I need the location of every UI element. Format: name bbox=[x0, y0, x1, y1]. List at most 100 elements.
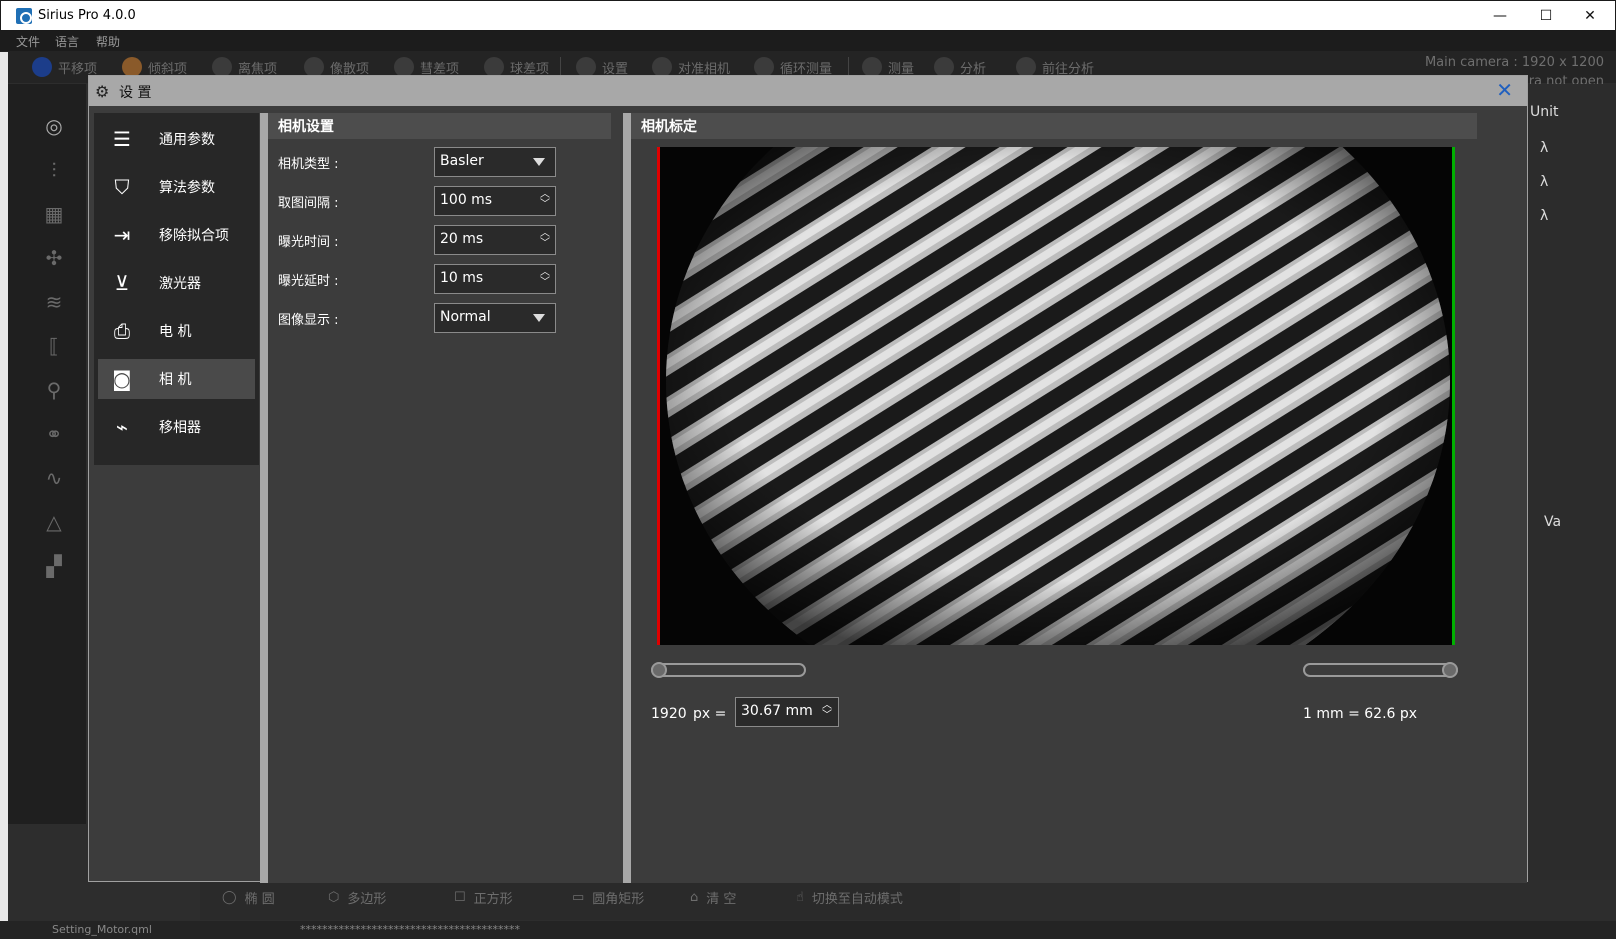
nav-label: 算法参数 bbox=[159, 180, 215, 196]
nav-label: 通用参数 bbox=[159, 132, 215, 148]
exposure-delay-spinbox[interactable]: 10 ms ︿ ﹀ bbox=[434, 264, 556, 294]
field-exposure-time: 曝光时间 : bbox=[278, 225, 434, 255]
toolbar-label: 平移项 bbox=[58, 61, 98, 77]
background-window-strip bbox=[0, 52, 8, 939]
maximize-button[interactable]: ☐ bbox=[1523, 1, 1569, 31]
laser-icon: ⊻ bbox=[114, 271, 130, 295]
calculator-icon[interactable]: ▦ bbox=[40, 200, 68, 228]
crosshair-icon bbox=[652, 57, 672, 77]
arrow-right-icon bbox=[1016, 57, 1036, 77]
field-image-display: 图像显示 : bbox=[278, 303, 434, 333]
close-window-button[interactable]: ✕ bbox=[1567, 1, 1613, 31]
auto-mode-tool[interactable]: ☝ 切换至自动模式 bbox=[796, 888, 903, 907]
aperture-icon[interactable]: ◎ bbox=[40, 112, 68, 140]
settings-nav: ☰ 通用参数 ⛉ 算法参数 ⇥ 移除拟合项 ⊻ 激光器 ⎙ 电 机 ◙ 相 机 ⌁ 移相器 bbox=[94, 113, 259, 465]
apps-icon[interactable]: ▞ bbox=[40, 552, 68, 580]
broom-icon: ⌂ bbox=[690, 890, 699, 905]
phase-shifter-icon: ⌁ bbox=[115, 415, 129, 439]
field-label: 图像显示 : bbox=[278, 312, 339, 328]
spin-arrows-icon[interactable]: ︿ ﹀ bbox=[539, 268, 551, 290]
slider-handle[interactable] bbox=[651, 662, 667, 678]
polygon-tool[interactable]: ⬡ 多边形 bbox=[328, 888, 386, 907]
spin-value: 20 ms bbox=[440, 231, 484, 247]
sliders-icon: ☰ bbox=[113, 127, 131, 151]
camera-icon: ◙ bbox=[112, 367, 132, 391]
tools-icon[interactable]: ⫶ bbox=[40, 156, 68, 184]
window-titlebar: Sirius Pro 4.0.0 — ☐ ✕ bbox=[0, 0, 1616, 31]
exposure-time-spinbox[interactable]: 20 ms ︿ ﹀ bbox=[434, 225, 556, 255]
capture-interval-spinbox[interactable]: 100 ms ︿ ﹀ bbox=[434, 186, 556, 216]
spin-arrows-icon[interactable]: ︿ ﹀ bbox=[539, 190, 551, 212]
slider-handle[interactable] bbox=[1442, 662, 1458, 678]
left-calibration-slider[interactable] bbox=[651, 662, 806, 678]
network-icon[interactable]: ✣ bbox=[40, 244, 68, 272]
dialog-title: 设 置 bbox=[119, 85, 152, 101]
toolbar-label: 彗差项 bbox=[420, 61, 460, 77]
layers-icon[interactable]: ≋ bbox=[40, 288, 68, 316]
ellipse-icon: ◯ bbox=[222, 890, 237, 905]
pulse-icon[interactable]: ∿ bbox=[40, 464, 68, 492]
field-label: 曝光时间 : bbox=[278, 234, 339, 250]
nav-phase-shifter[interactable]: ⌁ 移相器 bbox=[98, 407, 255, 447]
tool-label: 切换至自动模式 bbox=[811, 892, 903, 907]
camera-type-dropdown[interactable]: Basler bbox=[434, 147, 556, 177]
toolbar-label: 倾斜项 bbox=[148, 61, 188, 77]
toolbar-label: 球差项 bbox=[510, 61, 550, 77]
rounded-rect-tool[interactable]: ▭ 圆角矩形 bbox=[572, 888, 644, 907]
spin-arrows-icon[interactable]: ︿ ﹀ bbox=[539, 229, 551, 251]
value-header: Va bbox=[1544, 514, 1562, 530]
nav-camera[interactable]: ◙ 相 机 bbox=[98, 359, 255, 399]
clear-tool[interactable]: ⌂ 清 空 bbox=[690, 888, 736, 907]
algorithm-icon: ⛉ bbox=[114, 175, 130, 199]
image-display-dropdown[interactable]: Normal bbox=[434, 303, 556, 333]
close-dialog-button[interactable]: ✕ bbox=[1496, 78, 1513, 102]
tool-label: 圆角矩形 bbox=[592, 892, 645, 907]
app-icon bbox=[16, 8, 32, 24]
menu-file[interactable]: 文件 bbox=[16, 33, 40, 50]
chevron-down-icon bbox=[533, 314, 545, 322]
microscope-icon[interactable]: ⚲ bbox=[40, 376, 68, 404]
nav-remove-fit[interactable]: ⇥ 移除拟合项 bbox=[98, 215, 255, 255]
unit-cell: λ bbox=[1540, 174, 1549, 190]
nav-motor[interactable]: ⎙ 电 机 bbox=[98, 311, 255, 351]
status-file: Setting_Motor.qml bbox=[52, 923, 152, 936]
fringe-image bbox=[660, 147, 1452, 645]
tool-label: 正方形 bbox=[473, 892, 513, 907]
interferogram-image[interactable] bbox=[657, 147, 1455, 645]
tool-label: 清 空 bbox=[706, 892, 737, 907]
defocus-icon bbox=[212, 57, 232, 77]
unit-cell: λ bbox=[1540, 140, 1549, 156]
dropdown-value: Basler bbox=[440, 153, 484, 169]
rounded-rect-icon: ▭ bbox=[572, 890, 585, 905]
ellipse-tool[interactable]: ◯ 椭 圆 bbox=[222, 888, 275, 907]
dropdown-value: Normal bbox=[440, 309, 491, 325]
menu-help[interactable]: 帮助 bbox=[96, 33, 120, 50]
toolbar-label: 分析 bbox=[960, 61, 987, 77]
polygon-icon: ⬡ bbox=[328, 890, 340, 905]
bracket-icon[interactable]: ⟦ bbox=[40, 332, 68, 360]
nav-algorithm-params[interactable]: ⛉ 算法参数 bbox=[98, 167, 255, 207]
right-calibration-slider[interactable] bbox=[1303, 662, 1458, 678]
field-label: 曝光延时 : bbox=[278, 273, 339, 289]
toolbar-label: 像散项 bbox=[330, 61, 370, 77]
rings-icon[interactable]: ⚭ bbox=[40, 420, 68, 448]
nav-laser[interactable]: ⊻ 激光器 bbox=[98, 263, 255, 303]
square-tool[interactable]: ☐ 正方形 bbox=[454, 888, 513, 907]
toolbar-label: 前往分析 bbox=[1042, 61, 1095, 77]
camera-info-resolution: Main camera : 1920 x 1200 bbox=[1424, 55, 1604, 70]
piston-icon bbox=[32, 57, 52, 77]
menu-language[interactable]: 语言 bbox=[55, 33, 79, 50]
shape-edit-icon[interactable]: △ bbox=[40, 508, 68, 536]
tilt-icon bbox=[122, 57, 142, 77]
nav-general-params[interactable]: ☰ 通用参数 bbox=[98, 119, 255, 159]
spin-arrows-icon[interactable]: ︿ ﹀ bbox=[822, 701, 834, 723]
camera-calibration-panel: 相机标定 1920 px = 30.67 mm ︿ ﹀ 1 mm = 62.6 … bbox=[631, 113, 1527, 883]
spin-value: 10 ms bbox=[440, 270, 484, 286]
nav-label: 移除拟合项 bbox=[159, 228, 229, 244]
coma-icon bbox=[394, 57, 414, 77]
col-unit-header: Unit bbox=[1530, 104, 1559, 120]
mm-spinbox[interactable]: 30.67 mm ︿ ﹀ bbox=[735, 697, 839, 727]
minimize-button[interactable]: — bbox=[1477, 1, 1523, 31]
field-label: 取图间隔 : bbox=[278, 195, 339, 211]
toolbar-label: 设置 bbox=[602, 61, 629, 77]
